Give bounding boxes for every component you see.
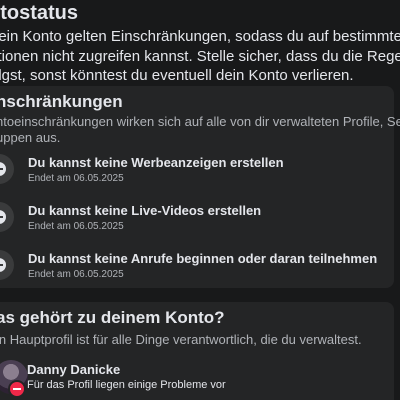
account-status-section: ntostatus dein Konto gelten Einschränkun…: [0, 0, 400, 86]
account-profiles-description: in Hauptprofil ist für alle Dinge verant…: [0, 332, 362, 347]
account-status-title: ntostatus: [0, 2, 78, 24]
restriction-end-date: Endet am 06.05.2025: [28, 269, 124, 280]
restrictions-description: ntoeinschränkungen wirken sich auf alle …: [0, 114, 400, 146]
account-status-line: olgst, sonst könntest du eventuell dein …: [0, 67, 354, 84]
profile-status: Für das Profil liegen einige Probleme vo…: [27, 379, 226, 391]
restriction-title: Du kannst keine Live-Videos erstellen: [28, 203, 262, 218]
account-profiles-title: as gehört zu deinem Konto?: [0, 308, 225, 327]
restrictions-card: nschränkungen ntoeinschränkungen wirken …: [0, 86, 400, 288]
restrictions-description-line: uppen aus.: [0, 130, 61, 145]
account-status-page: ntostatus dein Konto gelten Einschränkun…: [0, 0, 400, 400]
minus-circle-icon: [8, 380, 26, 398]
minus-circle-icon: [0, 202, 14, 232]
account-status-line: ktionen nicht zugreifen kannst. Stelle s…: [0, 47, 400, 65]
restriction-end-date: Endet am 06.05.2025: [28, 221, 124, 232]
restriction-title: Du kannst keine Anrufe beginnen oder dar…: [28, 251, 378, 266]
minus-circle-icon: [0, 154, 14, 184]
account-status-line: dein Konto gelten Einschränkungen, sodas…: [0, 28, 400, 45]
restriction-item-calls[interactable]: Du kannst keine Anrufe beginnen oder dar…: [0, 248, 388, 284]
restrictions-title: nschränkungen: [0, 92, 123, 111]
profile-item[interactable]: Danny Danicke Für das Profil liegen eini…: [0, 358, 388, 398]
profile-name: Danny Danicke: [27, 362, 121, 377]
restriction-title: Du kannst keine Werbeanzeigen erstellen: [28, 155, 284, 170]
account-status-description: dein Konto gelten Einschränkungen, sodas…: [0, 27, 400, 86]
account-profiles-card: as gehört zu deinem Konto? in Hauptprofi…: [0, 302, 394, 400]
minus-circle-icon: [0, 250, 14, 280]
restrictions-description-line: ntoeinschränkungen wirken sich auf alle …: [0, 114, 400, 129]
restriction-item-live-videos[interactable]: Du kannst keine Live-Videos erstellen En…: [0, 200, 388, 236]
restriction-item-ads[interactable]: Du kannst keine Werbeanzeigen erstellen …: [0, 152, 388, 188]
restriction-end-date: Endet am 06.05.2025: [28, 173, 124, 184]
